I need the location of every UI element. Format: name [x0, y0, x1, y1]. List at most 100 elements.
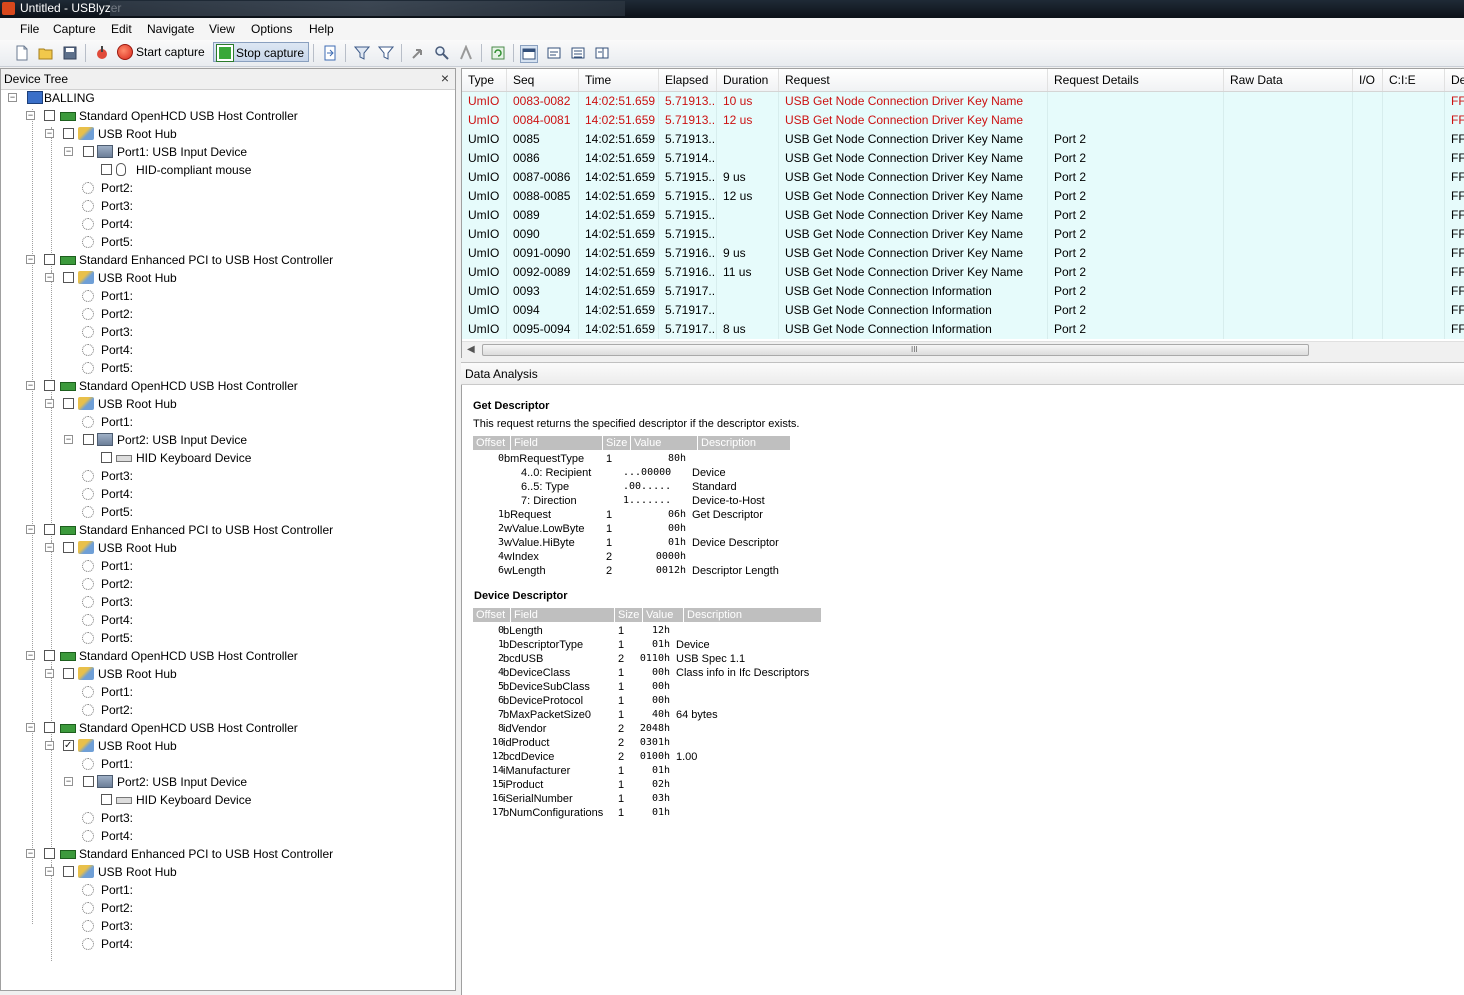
horizontal-scrollbar[interactable]: ◀ III — [462, 341, 1464, 358]
tree-checkbox[interactable] — [63, 866, 74, 877]
tree-checkbox[interactable] — [83, 146, 94, 157]
start-capture-button[interactable]: Start capture — [114, 42, 209, 62]
tree-node[interactable]: − USB Root Hub — [1, 737, 451, 755]
tree-node[interactable]: Port1: — [1, 755, 451, 773]
tree-node[interactable]: Port4: — [1, 935, 451, 953]
close-icon[interactable]: × — [441, 70, 449, 86]
tree-node[interactable]: Port1: — [1, 683, 451, 701]
tree-checkbox[interactable] — [63, 668, 74, 679]
tree-node[interactable]: − Standard Enhanced PCI to USB Host Contr… — [1, 251, 451, 269]
tree-node[interactable]: Port3: — [1, 809, 451, 827]
column-header[interactable]: Time — [579, 69, 659, 91]
tree-node[interactable]: Port5: — [1, 503, 451, 521]
column-header[interactable]: I/O — [1353, 69, 1383, 91]
table-row[interactable]: UmIO 0084-0081 14:02:51.659 5.71913... 12 us… — [462, 111, 1464, 131]
collapse-icon[interactable]: − — [26, 111, 35, 120]
tree-node[interactable]: Port3: — [1, 917, 451, 935]
go-to-icon[interactable] — [410, 45, 426, 61]
collapse-icon[interactable]: − — [26, 651, 35, 660]
column-header[interactable]: C:I:E — [1383, 69, 1445, 91]
open-folder-icon[interactable] — [38, 45, 54, 61]
tree-node[interactable]: Port1: — [1, 557, 451, 575]
tree-checkbox[interactable] — [63, 737, 74, 755]
column-header[interactable]: Elapsed — [659, 69, 717, 91]
tree-checkbox[interactable] — [63, 128, 74, 139]
tree-node[interactable]: − Standard Enhanced PCI to USB Host Contr… — [1, 845, 451, 863]
tree-node[interactable]: − USB Root Hub — [1, 665, 451, 683]
tree-node[interactable]: − USB Root Hub — [1, 269, 451, 287]
table-row[interactable]: UmIO 0083-0082 14:02:51.659 5.71913... 10 us… — [462, 92, 1464, 112]
collapse-icon[interactable]: − — [45, 273, 54, 282]
tree-node[interactable]: Port3: — [1, 593, 451, 611]
tree-node[interactable]: − Port2: USB Input Device — [1, 773, 451, 791]
stop-capture-button[interactable]: Stop capture — [213, 42, 310, 62]
tree-checkbox[interactable] — [44, 110, 55, 121]
collapse-icon[interactable]: − — [26, 849, 35, 858]
collapse-icon[interactable]: − — [64, 435, 73, 444]
column-header[interactable]: Raw Data — [1224, 69, 1353, 91]
collapse-icon[interactable]: − — [26, 381, 35, 390]
table-row[interactable]: UmIO 0085 14:02:51.659 5.71913... USB Get No… — [462, 130, 1464, 150]
tree-checkbox[interactable] — [83, 434, 94, 445]
menu-options[interactable]: Options — [251, 22, 292, 36]
column-header[interactable]: Seq — [507, 69, 579, 91]
tree-node[interactable]: HID Keyboard Device — [1, 791, 451, 809]
save-icon[interactable] — [62, 45, 78, 61]
collapse-icon[interactable]: − — [45, 741, 54, 750]
tree-checkbox[interactable] — [44, 254, 55, 265]
column-header[interactable]: Duration — [717, 69, 779, 91]
tree-node[interactable]: − USB Root Hub — [1, 539, 451, 557]
tree-node[interactable]: Port5: — [1, 359, 451, 377]
collapse-icon[interactable]: − — [64, 147, 73, 156]
tree-node[interactable]: Port4: — [1, 827, 451, 845]
tree-checkbox[interactable] — [63, 542, 74, 553]
table-row[interactable]: UmIO 0093 14:02:51.659 5.71917... USB Get No… — [462, 282, 1464, 302]
view-layout-3-icon[interactable] — [570, 45, 586, 61]
tree-checkbox[interactable] — [63, 398, 74, 409]
tree-node[interactable]: − USB Root Hub — [1, 125, 451, 143]
refresh-icon[interactable] — [490, 45, 506, 61]
table-row[interactable]: UmIO 0089 14:02:51.659 5.71915... USB Get No… — [462, 206, 1464, 226]
tree-node[interactable]: Port2: — [1, 179, 451, 197]
table-row[interactable]: UmIO 0094 14:02:51.659 5.71917... USB Get No… — [462, 301, 1464, 321]
tree-node[interactable]: Port2: — [1, 575, 451, 593]
collapse-icon[interactable]: − — [45, 867, 54, 876]
tree-node[interactable]: Port1: — [1, 287, 451, 305]
tree-node[interactable]: Port2: — [1, 305, 451, 323]
collapse-icon[interactable]: − — [45, 669, 54, 678]
view-layout-1-icon[interactable] — [520, 45, 538, 63]
collapse-icon[interactable]: − — [45, 129, 54, 138]
tree-node[interactable]: − Standard OpenHCD USB Host Controller — [1, 107, 451, 125]
tree-node[interactable]: Port3: — [1, 323, 451, 341]
tree-node[interactable]: − Port2: USB Input Device — [1, 431, 451, 449]
collapse-icon[interactable]: − — [64, 777, 73, 786]
tree-node[interactable]: − Standard Enhanced PCI to USB Host Contr… — [1, 521, 451, 539]
table-row[interactable]: UmIO 0092-0089 14:02:51.659 5.71916... 11 us… — [462, 263, 1464, 283]
menu-view[interactable]: View — [209, 22, 235, 36]
tree-node[interactable]: Port5: — [1, 629, 451, 647]
tree-node[interactable]: − USB Root Hub — [1, 395, 451, 413]
tree-checkbox[interactable] — [101, 164, 112, 175]
column-header[interactable]: Request Details — [1048, 69, 1224, 91]
menu-capture[interactable]: Capture — [53, 22, 96, 36]
usb-filter-icon[interactable] — [94, 45, 110, 61]
tree-checkbox[interactable] — [101, 794, 112, 805]
tree-checkbox[interactable] — [83, 776, 94, 787]
table-row[interactable]: UmIO 0087-0086 14:02:51.659 5.71915... 9 us U… — [462, 168, 1464, 188]
tree-node[interactable]: − USB Root Hub — [1, 863, 451, 881]
tree-checkbox[interactable] — [44, 650, 55, 661]
menu-help[interactable]: Help — [309, 22, 334, 36]
view-layout-4-icon[interactable] — [594, 45, 610, 61]
find-icon[interactable] — [434, 45, 450, 61]
filter-settings-icon[interactable] — [354, 45, 370, 61]
tree-node[interactable]: Port4: — [1, 485, 451, 503]
collapse-icon[interactable]: − — [45, 399, 54, 408]
tree-node[interactable]: Port2: — [1, 899, 451, 917]
export-icon[interactable] — [322, 45, 338, 61]
tree-checkbox[interactable] — [44, 524, 55, 535]
menu-navigate[interactable]: Navigate — [147, 22, 194, 36]
column-header[interactable]: Type — [462, 69, 507, 91]
table-row[interactable]: UmIO 0090 14:02:51.659 5.71915... USB Get No… — [462, 225, 1464, 245]
table-row[interactable]: UmIO 0088-0085 14:02:51.659 5.71915... 12 us… — [462, 187, 1464, 207]
table-row[interactable]: UmIO 0095-0094 14:02:51.659 5.71917... 8 us U… — [462, 320, 1464, 340]
